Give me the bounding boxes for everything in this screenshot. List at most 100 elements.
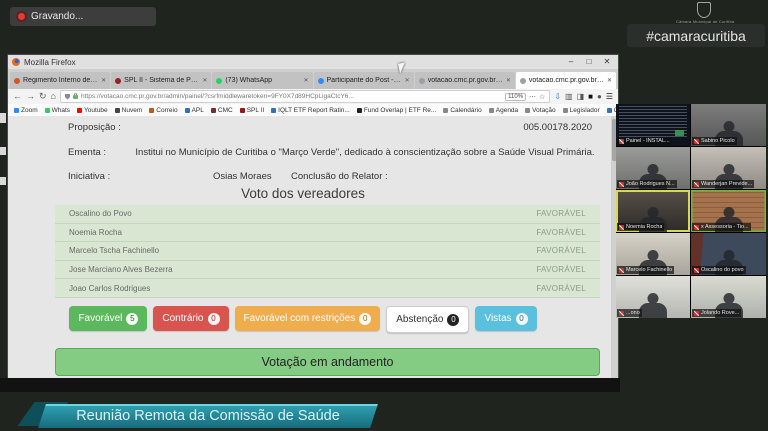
- library-icon[interactable]: ▥: [565, 89, 573, 104]
- vote-action-button[interactable]: Vistas 0: [475, 306, 536, 331]
- home-icon[interactable]: ⌂: [51, 89, 56, 104]
- vereador-name: Noemia Rocha: [69, 228, 122, 237]
- bookmark-item[interactable]: Correio: [149, 107, 177, 114]
- participant-tile[interactable]: Sabino Picolo: [691, 104, 766, 146]
- bookmark-item[interactable]: CMC: [211, 107, 233, 114]
- sidebar-icon[interactable]: ◨: [577, 89, 585, 104]
- participant-video-grid: Painel - INSTAL... Sabino Picolo João Ro…: [616, 104, 766, 318]
- bookmark-item[interactable]: Fund Overlap | ETF Re...: [357, 107, 437, 114]
- browser-tab[interactable]: votacao.cmc.pr.gov.br/admin/pa... ✕: [516, 72, 616, 89]
- browser-titlebar[interactable]: Mozilla Firefox – □ ✕: [8, 55, 618, 69]
- bookmark-item[interactable]: IQLT ETF Report Ratin...: [271, 107, 350, 114]
- address-bar[interactable]: https://votacao.cmc.pr.gov.br/admin/pain…: [60, 90, 550, 103]
- maximize-button[interactable]: □: [582, 55, 596, 69]
- bookmark-item[interactable]: Calendário: [443, 107, 481, 114]
- participant-tile[interactable]: Wanderjan Previde...: [691, 147, 766, 189]
- participant-name: Wanderjan Previde...: [701, 181, 752, 187]
- bookmark-item[interactable]: Nuvem: [115, 107, 143, 114]
- url-text[interactable]: https://votacao.cmc.pr.gov.br/admin/pain…: [81, 93, 502, 100]
- browser-tab[interactable]: SPL II - Sistema de Proposiçõ... ✕: [111, 72, 211, 89]
- vote-row[interactable]: Joao Carlos Rodrigues FAVORÁVEL: [55, 279, 600, 298]
- downloads-icon[interactable]: ⇩: [554, 89, 561, 104]
- vote-action-button[interactable]: Abstenção 0: [386, 306, 469, 333]
- vote-row[interactable]: Marcelo Tscha Fachinello FAVORÁVEL: [55, 242, 600, 261]
- bookmark-label: Youtube: [84, 107, 108, 114]
- participant-name: Marcelo Fachinello: [626, 267, 672, 273]
- account-icon[interactable]: ●: [597, 89, 602, 104]
- vote-action-button[interactable]: Favorável com restrições 0: [235, 306, 381, 331]
- menu-icon[interactable]: ☰: [606, 89, 613, 104]
- participant-name-label: ...ono: [617, 309, 642, 317]
- lock-icon[interactable]: [73, 95, 78, 99]
- conclusao-relator-label: Conclusão do Relator :: [291, 171, 388, 182]
- browser-tab[interactable]: (73) WhatsApp ✕: [212, 72, 312, 89]
- browser-tab[interactable]: votacao.cmc.pr.gov.br/admin/lis... ✕: [415, 72, 515, 89]
- minimize-button[interactable]: –: [564, 55, 578, 69]
- bookmark-star-icon[interactable]: ☆: [539, 93, 545, 101]
- participant-name-label: Wanderjan Previde...: [692, 180, 754, 188]
- participant-tile[interactable]: Painel - INSTAL...: [616, 104, 690, 146]
- vote-value: FAVORÁVEL: [536, 246, 586, 255]
- extension-icon[interactable]: ■: [588, 89, 593, 104]
- tracking-shield-icon[interactable]: [65, 94, 70, 100]
- bookmark-item[interactable]: Youtube: [77, 107, 108, 114]
- browser-tab[interactable]: Regimento Interno de Curitib... ✕: [10, 72, 110, 89]
- browser-tab[interactable]: Participante do Post - Zoom ✕: [314, 72, 414, 89]
- vote-row[interactable]: Jose Marciano Alves Bezerra FAVORÁVEL: [55, 261, 600, 280]
- participant-tile[interactable]: x Assessoria - Tio...: [691, 190, 766, 232]
- vote-row[interactable]: Noemia Rocha FAVORÁVEL: [55, 224, 600, 243]
- bookmark-item[interactable]: Zoom: [14, 107, 38, 114]
- tab-close-icon[interactable]: ✕: [506, 77, 511, 84]
- window-title: Mozilla Firefox: [24, 58, 560, 67]
- participant-tile[interactable]: Jolando Rove...: [691, 276, 766, 318]
- forward-icon[interactable]: →: [26, 89, 35, 104]
- participant-tile[interactable]: João Rodrigues N...: [616, 147, 690, 189]
- participant-tile[interactable]: ...ono: [616, 276, 690, 318]
- bookmark-item[interactable]: Agenda: [489, 107, 518, 114]
- participant-name: João Rodrigues N...: [626, 181, 675, 187]
- participant-name-label: Oscalino do povo: [692, 266, 746, 274]
- tab-favicon: [520, 78, 526, 84]
- vote-value: FAVORÁVEL: [536, 209, 586, 218]
- vereador-name: Marcelo Tscha Fachinello: [69, 246, 159, 255]
- tab-close-icon[interactable]: ✕: [405, 77, 410, 84]
- firefox-window: Mozilla Firefox – □ ✕ Regimento Interno …: [8, 55, 618, 378]
- participant-name-label: Jolando Rove...: [692, 309, 741, 317]
- page-zoom-level[interactable]: 110%: [505, 93, 526, 101]
- participant-tile[interactable]: Noemia Rocha: [616, 190, 690, 232]
- vote-row[interactable]: Oscalino do Povo FAVORÁVEL: [55, 205, 600, 224]
- navigation-bar: ← → ↻ ⌂ https://votacao.cmc.pr.gov.br/ad…: [8, 89, 618, 104]
- participant-name: Jolando Rove...: [701, 310, 739, 316]
- tab-close-icon[interactable]: ✕: [101, 77, 106, 84]
- participant-name: Noemia Rocha: [626, 224, 662, 230]
- vote-count-badge: 0: [359, 313, 371, 325]
- bookmark-favicon: [45, 108, 50, 113]
- iniciativa-label: Iniciativa :: [68, 171, 110, 182]
- reload-icon[interactable]: ↻: [39, 89, 47, 104]
- participant-name-label: Noemia Rocha: [617, 223, 664, 231]
- bookmarks-bar: Zoom Whats Youtube Nuvem Correio APL CMC…: [8, 104, 618, 116]
- close-button[interactable]: ✕: [600, 55, 614, 69]
- tab-close-icon[interactable]: ✕: [303, 77, 308, 84]
- muted-mic-icon: [694, 268, 699, 273]
- muted-mic-icon: [694, 139, 699, 144]
- bookmark-item[interactable]: SPL II: [240, 107, 264, 114]
- muted-mic-icon: [694, 311, 699, 316]
- tab-close-icon[interactable]: ✕: [607, 77, 612, 84]
- tab-close-icon[interactable]: ✕: [202, 77, 207, 84]
- participant-name-label: Sabino Picolo: [692, 137, 737, 145]
- back-icon[interactable]: ←: [13, 89, 22, 104]
- bookmark-item[interactable]: Votação: [525, 107, 556, 114]
- vote-action-label: Abstenção: [396, 314, 443, 325]
- bookmark-item[interactable]: APL: [185, 107, 204, 114]
- page-actions-icon[interactable]: ⋯: [529, 93, 536, 101]
- vote-value: FAVORÁVEL: [536, 265, 586, 274]
- participant-name: Oscalino do povo: [701, 267, 744, 273]
- vote-action-button[interactable]: Favorável 5: [69, 306, 147, 331]
- tab-title: (73) WhatsApp: [225, 77, 300, 84]
- participant-tile[interactable]: Oscalino do povo: [691, 233, 766, 275]
- bookmark-item[interactable]: Whats: [45, 107, 70, 114]
- participant-tile[interactable]: Marcelo Fachinello: [616, 233, 690, 275]
- vote-action-button[interactable]: Contrário 0: [153, 306, 228, 331]
- bookmark-item[interactable]: Legislador: [563, 107, 600, 114]
